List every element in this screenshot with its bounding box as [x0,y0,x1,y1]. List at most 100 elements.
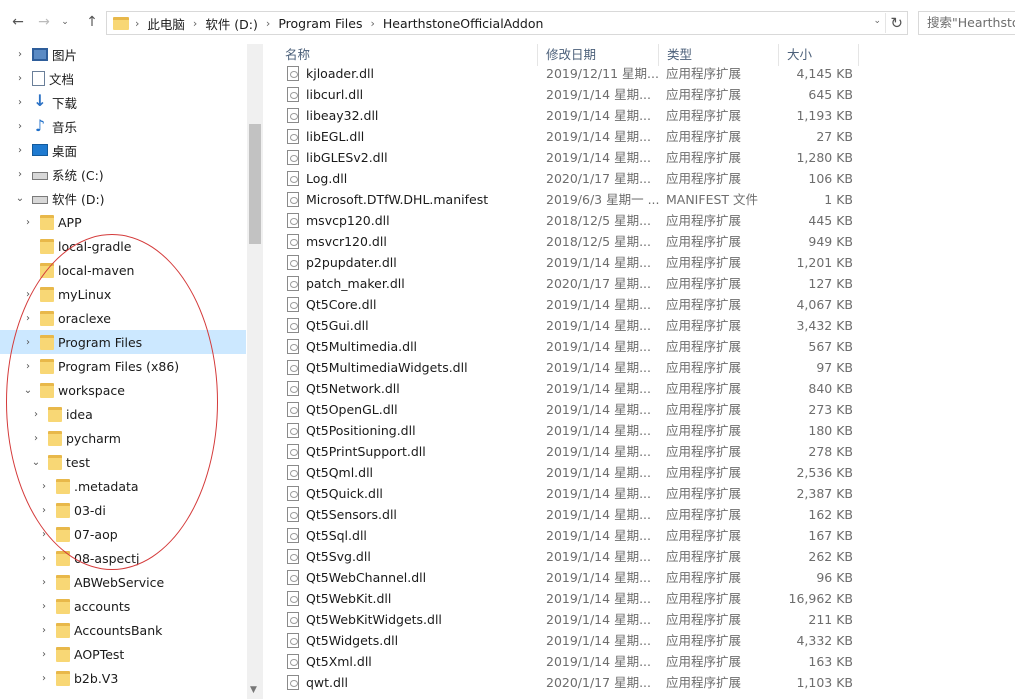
nav-item[interactable]: local-maven [0,258,246,282]
refresh-icon[interactable]: ↻ [885,13,903,33]
chevron-down-icon[interactable]: ⌄ [873,16,881,26]
breadcrumb-program-files[interactable]: Program Files [278,16,362,31]
chevron-right-icon[interactable]: › [14,48,26,60]
file-row[interactable]: libGLESv2.dll 2019/1/14 星期... 应用程序扩展 1,280 … [263,147,863,168]
file-row[interactable]: Microsoft.DTfW.DHL.manifest 2019/6/3 星期一 … [263,189,863,210]
nav-item[interactable]: local-gradle [0,234,246,258]
nav-item[interactable]: › AccountsBank [0,618,246,642]
breadcrumb-current-folder[interactable]: HearthstoneOfficialAddon [383,16,544,31]
chevron-right-icon[interactable]: › [22,216,34,228]
nav-item[interactable]: › 03-di [0,498,246,522]
chevron-right-icon[interactable]: › [22,336,34,348]
nav-item[interactable]: › ♪ 音乐 [0,114,246,138]
chevron-right-icon[interactable]: › [38,672,50,684]
file-row[interactable]: Qt5PrintSupport.dll 2019/1/14 星期... 应用程序扩展… [263,441,863,462]
file-row[interactable]: Qt5OpenGL.dll 2019/1/14 星期... 应用程序扩展 273 KB [263,399,863,420]
nav-item[interactable]: › 07-aop [0,522,246,546]
chevron-right-icon[interactable]: › [38,576,50,588]
file-row[interactable]: Qt5Quick.dll 2019/1/14 星期... 应用程序扩展 2,387 K… [263,483,863,504]
chevron-right-icon[interactable]: › [14,144,26,156]
nav-item[interactable]: › APP [0,210,246,234]
file-row[interactable]: Qt5Svg.dll 2019/1/14 星期... 应用程序扩展 262 KB [263,546,863,567]
file-row[interactable]: Qt5Network.dll 2019/1/14 星期... 应用程序扩展 840 K… [263,378,863,399]
address-box[interactable]: › 此电脑 › 软件 (D:) › Program Files › Hearth… [106,11,908,35]
nav-item[interactable]: › Program Files [0,330,246,354]
navigation-scrollbar[interactable]: ▼ [247,44,263,699]
up-arrow-icon[interactable]: ↑ [82,12,102,32]
chevron-right-icon[interactable]: › [14,168,26,180]
chevron-right-icon[interactable] [22,240,34,252]
nav-item[interactable]: › 桌面 [0,138,246,162]
file-row[interactable]: Qt5Core.dll 2019/1/14 星期... 应用程序扩展 4,067 KB [263,294,863,315]
nav-item[interactable]: › .metadata [0,474,246,498]
file-row[interactable]: libcurl.dll 2019/1/14 星期... 应用程序扩展 645 KB [263,84,863,105]
nav-item[interactable]: › accounts [0,594,246,618]
file-row[interactable]: Qt5Sql.dll 2019/1/14 星期... 应用程序扩展 167 KB [263,525,863,546]
scrollbar-thumb[interactable] [249,124,261,244]
nav-item[interactable]: ⌄ 软件 (D:) [0,186,246,210]
chevron-right-icon[interactable]: › [135,17,139,30]
file-row[interactable]: Qt5Widgets.dll 2019/1/14 星期... 应用程序扩展 4,332… [263,630,863,651]
file-row[interactable]: Qt5Qml.dll 2019/1/14 星期... 应用程序扩展 2,536 KB [263,462,863,483]
chevron-right-icon[interactable]: › [14,72,26,84]
file-row[interactable]: p2pupdater.dll 2019/1/14 星期... 应用程序扩展 1,201… [263,252,863,273]
chevron-right-icon[interactable]: › [38,504,50,516]
chevron-right-icon[interactable]: › [370,17,374,30]
file-row[interactable]: Qt5Positioning.dll 2019/1/14 星期... 应用程序扩展 1… [263,420,863,441]
nav-item[interactable]: › 文档 [0,66,246,90]
nav-item[interactable]: › pycharm [0,426,246,450]
back-arrow-icon[interactable]: ← [8,12,28,32]
chevron-down-icon[interactable]: ⌄ [22,384,34,396]
nav-item[interactable]: › 系统 (C:) [0,162,246,186]
nav-item[interactable]: › myLinux [0,282,246,306]
file-row[interactable]: Qt5MultimediaWidgets.dll 2019/1/14 星期... 应… [263,357,863,378]
file-row[interactable]: patch_maker.dll 2020/1/17 星期... 应用程序扩展 127 … [263,273,863,294]
file-row[interactable]: Qt5Multimedia.dll 2019/1/14 星期... 应用程序扩展 56… [263,336,863,357]
scroll-down-arrow-icon[interactable]: ▼ [250,685,257,695]
chevron-right-icon[interactable] [22,264,34,276]
chevron-down-icon[interactable]: ⌄ [14,192,26,204]
file-row[interactable]: Qt5WebChannel.dll 2019/1/14 星期... 应用程序扩展 96… [263,567,863,588]
chevron-right-icon[interactable]: › [30,432,42,444]
chevron-right-icon[interactable]: › [38,528,50,540]
chevron-right-icon[interactable]: › [14,96,26,108]
chevron-right-icon[interactable]: › [38,600,50,612]
nav-item[interactable]: ⌄ workspace [0,378,246,402]
chevron-down-icon[interactable]: ⌄ [30,456,42,468]
file-row[interactable]: Qt5Gui.dll 2019/1/14 星期... 应用程序扩展 3,432 KB [263,315,863,336]
nav-item[interactable]: ⌄ test [0,450,246,474]
chevron-right-icon[interactable]: › [38,648,50,660]
file-row[interactable]: msvcp120.dll 2018/12/5 星期... 应用程序扩展 445 KB [263,210,863,231]
search-input[interactable]: 搜索"Hearthsto [918,11,1015,35]
chevron-right-icon[interactable]: › [30,408,42,420]
nav-item[interactable]: › ABWebService [0,570,246,594]
chevron-right-icon[interactable]: › [22,360,34,372]
file-row[interactable]: Qt5WebKitWidgets.dll 2019/1/14 星期... 应用程序扩… [263,609,863,630]
file-row[interactable]: libeay32.dll 2019/1/14 星期... 应用程序扩展 1,193 K… [263,105,863,126]
chevron-right-icon[interactable]: › [266,17,270,30]
file-row[interactable]: kjloader.dll 2019/12/11 星期... 应用程序扩展 4,145 … [263,63,863,84]
recent-locations-icon[interactable]: ⌄ [58,12,72,32]
forward-arrow-icon[interactable]: → [34,12,54,32]
chevron-right-icon[interactable]: › [38,624,50,636]
breadcrumb-drive-d[interactable]: 软件 (D:) [205,14,258,33]
nav-item[interactable]: › b2b.V3 [0,666,246,690]
chevron-right-icon[interactable]: › [22,312,34,324]
chevron-right-icon[interactable]: › [38,480,50,492]
file-row[interactable]: Log.dll 2020/1/17 星期... 应用程序扩展 106 KB [263,168,863,189]
nav-item[interactable]: › idea [0,402,246,426]
nav-item[interactable]: › oraclexe [0,306,246,330]
nav-item[interactable]: › AOPTest [0,642,246,666]
file-row[interactable]: msvcr120.dll 2018/12/5 星期... 应用程序扩展 949 KB [263,231,863,252]
file-row[interactable]: Qt5Sensors.dll 2019/1/14 星期... 应用程序扩展 162 K… [263,504,863,525]
chevron-right-icon[interactable]: › [14,120,26,132]
file-row[interactable]: libEGL.dll 2019/1/14 星期... 应用程序扩展 27 KB [263,126,863,147]
nav-item[interactable]: › 图片 [0,44,246,66]
file-row[interactable]: Qt5WebKit.dll 2019/1/14 星期... 应用程序扩展 16,962… [263,588,863,609]
breadcrumb-this-pc[interactable]: 此电脑 [147,14,185,33]
file-row[interactable]: Qt5Xml.dll 2019/1/14 星期... 应用程序扩展 163 KB [263,651,863,672]
nav-item[interactable]: › ↓ 下载 [0,90,246,114]
file-row[interactable]: qwt.dll 2020/1/17 星期... 应用程序扩展 1,103 KB [263,672,863,693]
chevron-right-icon[interactable]: › [193,17,197,30]
chevron-right-icon[interactable]: › [22,288,34,300]
